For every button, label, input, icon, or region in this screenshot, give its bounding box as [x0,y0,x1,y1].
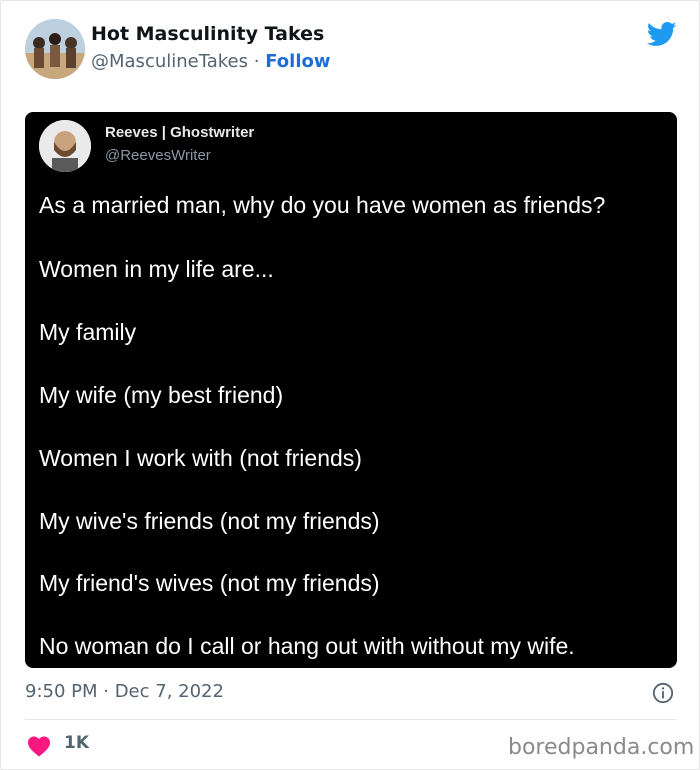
follow-button[interactable]: Follow [265,51,330,72]
embedded-tweet-line: As a married man, why do you have women … [39,192,606,218]
like-count[interactable]: 1K [64,733,89,753]
embedded-tweet-line: Women in my life are... [39,256,274,282]
author-avatar[interactable] [25,19,85,79]
separator: · [253,51,260,72]
tweet-card: Hot Masculinity Takes @MasculineTakes · … [0,0,700,770]
embedded-tweet-line: My wive's friends (not my friends) [39,508,380,534]
embedded-tweet-image[interactable]: Reeves | Ghostwriter @ReevesWriter As a … [25,112,677,668]
embedded-tweet-line: My family [39,319,137,345]
embedded-tweet-line: My friend's wives (not my friends) [39,570,380,596]
author-handle[interactable]: @MasculineTakes [91,51,248,72]
embedded-author-name: Reeves | Ghostwriter [105,124,255,141]
embedded-author-handle: @ReevesWriter [105,147,211,164]
heart-icon[interactable] [27,735,51,757]
embedded-tweet-line: My wife (my best friend) [39,382,284,408]
embedded-author-avatar [39,120,91,172]
author-name[interactable]: Hot Masculinity Takes [91,23,324,45]
info-icon[interactable] [652,682,674,704]
divider [25,719,677,720]
tweet-timestamp[interactable]: 9:50 PM · Dec 7, 2022 [25,681,224,702]
twitter-bird-icon[interactable] [645,19,679,49]
watermark: boredpanda.com [508,735,695,760]
author-handle-row: @MasculineTakes · Follow [91,51,331,72]
embedded-tweet-line: Women I work with (not friends) [39,445,362,471]
embedded-tweet-line: No woman do I call or hang out with with… [39,633,575,659]
